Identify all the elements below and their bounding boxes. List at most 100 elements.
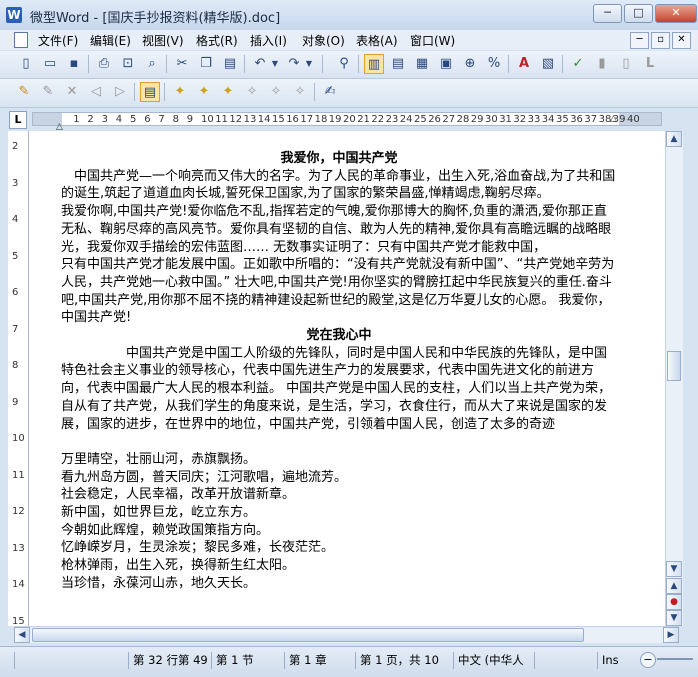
menu-object[interactable]: 对象(O) <box>302 32 345 49</box>
find-binoculars-icon[interactable]: ⚲ <box>334 54 354 74</box>
next-change-icon[interactable]: ✧ <box>290 82 310 102</box>
undo-dropdown-icon[interactable]: ▼ <box>270 54 280 74</box>
zoom-percent-icon[interactable]: % <box>484 54 504 74</box>
reject-all-icon[interactable]: ✧ <box>242 82 262 102</box>
new-document-icon[interactable]: ▯ <box>16 54 36 74</box>
undo-icon[interactable]: ↶ <box>250 54 270 74</box>
zoom-icon[interactable]: ⊕ <box>460 54 480 74</box>
redo-dropdown-icon[interactable]: ▼ <box>304 54 314 74</box>
previous-change-icon[interactable]: ✧ <box>266 82 286 102</box>
redo-icon[interactable]: ↷ <box>284 54 304 74</box>
open-folder-icon[interactable]: ▭ <box>40 54 60 74</box>
print-icon[interactable]: ⎙ <box>94 54 114 74</box>
document-paragraph[interactable]: 中国共产党是中国工人阶级的先锋队，同时是中国人民和中华民族的先锋队，是中国特色社… <box>61 345 617 434</box>
document-paragraph[interactable]: 万里晴空，壮丽山河，赤旗飘扬。 <box>61 451 617 469</box>
vertical-ruler-number: 5 <box>12 250 19 262</box>
reject-change-icon[interactable]: ✦ <box>218 82 238 102</box>
document-text[interactable]: 我爱你，中国共产党 中国共产党—一个响亮而又伟大的名字。为了人民的革命事业，出生… <box>61 150 617 593</box>
spell-check-icon[interactable]: ✓ <box>568 54 588 74</box>
accept-all-icon[interactable]: ✦ <box>194 82 214 102</box>
select-browse-object-button[interactable]: ● <box>666 594 682 610</box>
ruler-number: 29 <box>470 114 484 125</box>
zoom-out-icon[interactable]: − <box>640 652 656 668</box>
vertical-scrollbar[interactable]: ▲ ▼ ▲ ● ▼ <box>665 131 683 626</box>
minimize-button[interactable]: ─ <box>593 4 622 23</box>
previous-page-button[interactable]: ▲ <box>666 578 682 594</box>
document-area[interactable]: 我爱你，中国共产党 中国共产党—一个响亮而又伟大的名字。为了人民的革命事业，出生… <box>29 131 665 626</box>
document-paragraph[interactable]: 只有中国共产党才能发展中国。正如歌中所唱的：“没有共产党就没有新中国”、“共产党… <box>61 256 617 327</box>
web-view-icon[interactable]: ▤ <box>388 54 408 74</box>
document-paragraph[interactable]: 社会稳定，人民幸福，改革开放谱新章。 <box>61 486 617 504</box>
page-view-icon[interactable]: ▥ <box>364 54 384 74</box>
toolbar-separator <box>166 55 167 73</box>
document-icon[interactable] <box>14 32 28 48</box>
accept-change-icon[interactable]: ✦ <box>170 82 190 102</box>
track-changes-icon[interactable]: ▤ <box>140 82 160 102</box>
horizontal-scroll-thumb[interactable] <box>32 628 584 642</box>
menu-format[interactable]: 格式(R) <box>196 32 238 49</box>
doc-restore-button[interactable]: ▫ <box>651 32 670 49</box>
columns-icon[interactable]: ▯ <box>616 54 636 74</box>
document-paragraph[interactable]: 新中国，如世界巨龙，屹立东方。 <box>61 504 617 522</box>
document-paragraph[interactable]: 中国共产党—一个响亮而又伟大的名字。为了人民的革命事业，出生入死,浴血奋战,为了… <box>61 168 617 203</box>
menu-view[interactable]: 视图(V) <box>142 32 184 49</box>
document-heading[interactable]: 党在我心中 <box>61 327 617 345</box>
document-paragraph[interactable]: 我爱你啊,中国共产党!爱你临危不乱,指挥若定的气魄,爱你那博大的胸怀,负重的潇洒… <box>61 203 617 256</box>
font-color-icon[interactable]: A <box>514 54 534 74</box>
document-map-icon[interactable]: ▣ <box>436 54 456 74</box>
vertical-ruler-number: 11 <box>12 469 25 481</box>
delete-note-icon[interactable]: ✕ <box>62 82 82 102</box>
scroll-down-button[interactable]: ▼ <box>666 561 682 577</box>
menu-table[interactable]: 表格(A) <box>356 32 398 49</box>
document-paragraph[interactable]: 当珍惜，永葆河山赤，地久天长。 <box>61 575 617 593</box>
pdf-icon[interactable]: ⊡ <box>118 54 138 74</box>
document-paragraph[interactable]: 忆峥嵘岁月，生灵涂炭；黎民多难，长夜茫茫。 <box>61 539 617 557</box>
cut-icon[interactable]: ✂ <box>172 54 192 74</box>
paste-icon[interactable]: ▤ <box>220 54 240 74</box>
insert-picture-icon[interactable]: ▧ <box>538 54 558 74</box>
scroll-up-button[interactable]: ▲ <box>666 131 682 147</box>
ruler-number: 5 <box>130 114 137 125</box>
vertical-scroll-thumb[interactable] <box>667 351 681 381</box>
document-paragraph[interactable]: 今朝如此辉煌，赖党政国策指方向。 <box>61 522 617 540</box>
layout-icon[interactable]: L <box>640 54 660 74</box>
status-language: 中文 (中华人 <box>453 652 533 669</box>
zoom-slider[interactable] <box>657 658 693 660</box>
next-page-button[interactable]: ▼ <box>666 610 682 626</box>
right-indent-marker[interactable]: △ <box>610 114 617 124</box>
scroll-right-button[interactable]: ▶ <box>663 627 679 643</box>
print-preview-icon[interactable]: ⌕ <box>142 54 162 74</box>
copy-icon[interactable]: ❐ <box>196 54 216 74</box>
doc-minimize-button[interactable]: ─ <box>630 32 649 49</box>
ruler-strip[interactable]: 1 2 3 4 5 6 7 8 9 10 11 12 13 14 15 16 17 18 19 20 21 22 23 24 2… <box>32 112 662 126</box>
document-paragraph[interactable] <box>61 433 617 451</box>
next-note-icon[interactable]: ▷ <box>110 82 130 102</box>
toolbar-separator <box>244 55 245 73</box>
menu-window[interactable]: 窗口(W) <box>410 32 455 49</box>
ruler-number: 37 <box>584 114 598 125</box>
status-insert-mode[interactable]: Ins <box>597 652 637 669</box>
ruler-number: 10 <box>201 114 214 125</box>
review-toolbar: ✎ ✎ ✕ ◁ ▷ ▤ ✦ ✦ ✦ ✧ ✧ ✧ ✍ <box>0 79 698 108</box>
maximize-button[interactable]: □ <box>624 4 653 23</box>
horizontal-scrollbar[interactable]: ◀ ▶ <box>14 626 679 643</box>
review-pane-icon[interactable]: ✍ <box>320 82 340 102</box>
scroll-left-button[interactable]: ◀ <box>14 627 30 643</box>
save-disk-icon[interactable]: ▪ <box>64 54 84 74</box>
document-heading[interactable]: 我爱你，中国共产党 <box>61 150 617 168</box>
menu-edit[interactable]: 编辑(E) <box>90 32 131 49</box>
edit-note-icon[interactable]: ✎ <box>38 82 58 102</box>
outline-view-icon[interactable]: ▦ <box>412 54 432 74</box>
document-paragraph[interactable]: 看九州岛方圆，普天同庆；江河歌唱，遍地流芳。 <box>61 469 617 487</box>
chart-icon[interactable]: ▮ <box>592 54 612 74</box>
previous-note-icon[interactable]: ◁ <box>86 82 106 102</box>
menu-file[interactable]: 文件(F) <box>38 32 78 49</box>
new-note-icon[interactable]: ✎ <box>14 82 34 102</box>
menu-insert[interactable]: 插入(I) <box>250 32 287 49</box>
document-paragraph[interactable]: 枪林弹雨，出生入死，换得新生红太阳。 <box>61 557 617 575</box>
tab-stop-selector[interactable]: L <box>9 111 27 129</box>
close-button[interactable]: ✕ <box>655 4 697 23</box>
vertical-ruler-number: 8 <box>12 360 19 371</box>
status-line-column: 第 32 行第 49 <box>128 652 210 669</box>
doc-close-button[interactable]: ✕ <box>672 32 691 49</box>
